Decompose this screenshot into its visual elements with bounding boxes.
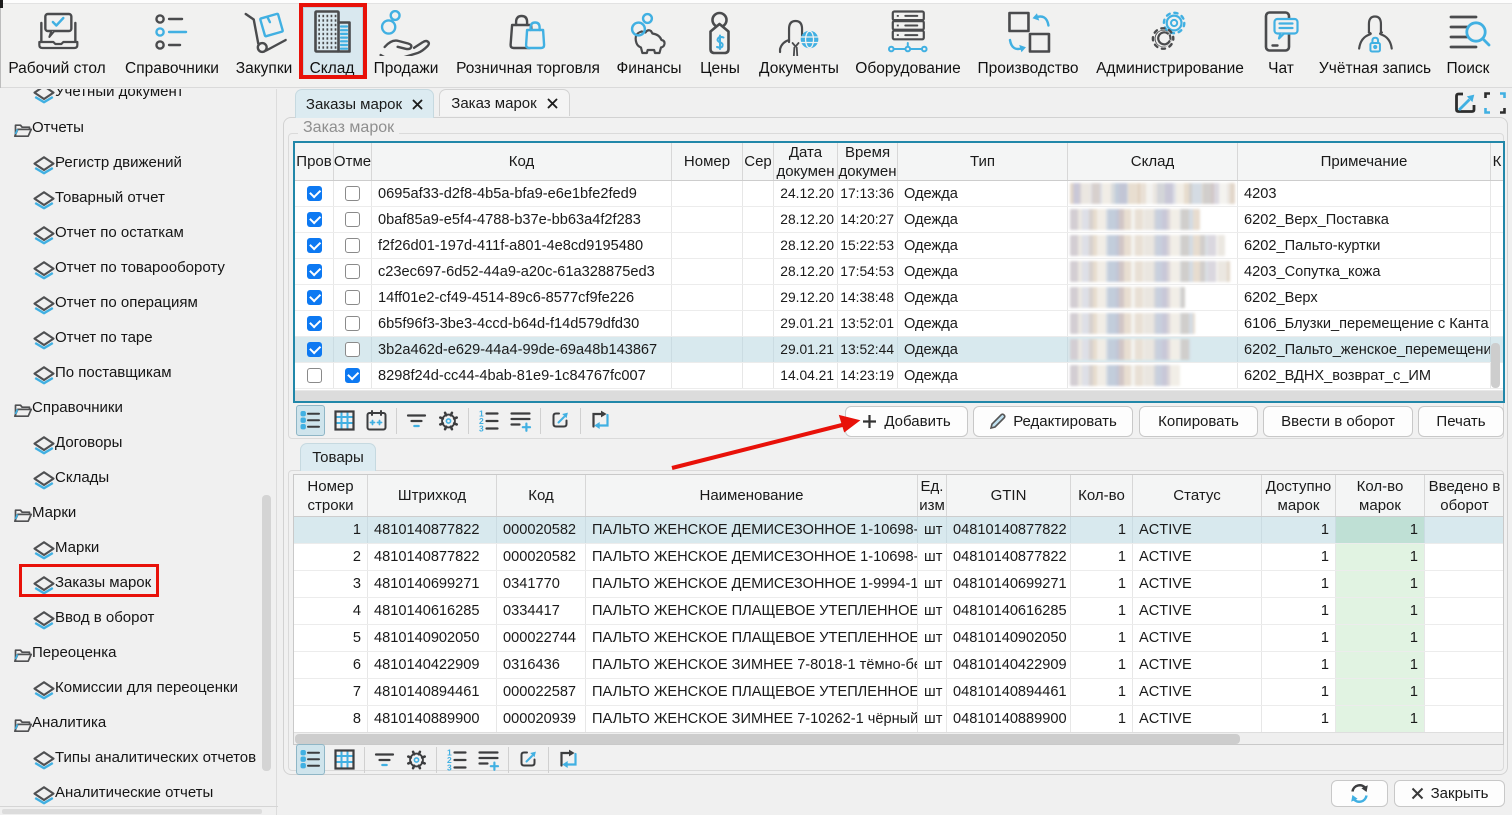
svg-text:3: 3 — [479, 424, 484, 434]
svg-text:3: 3 — [447, 763, 452, 773]
